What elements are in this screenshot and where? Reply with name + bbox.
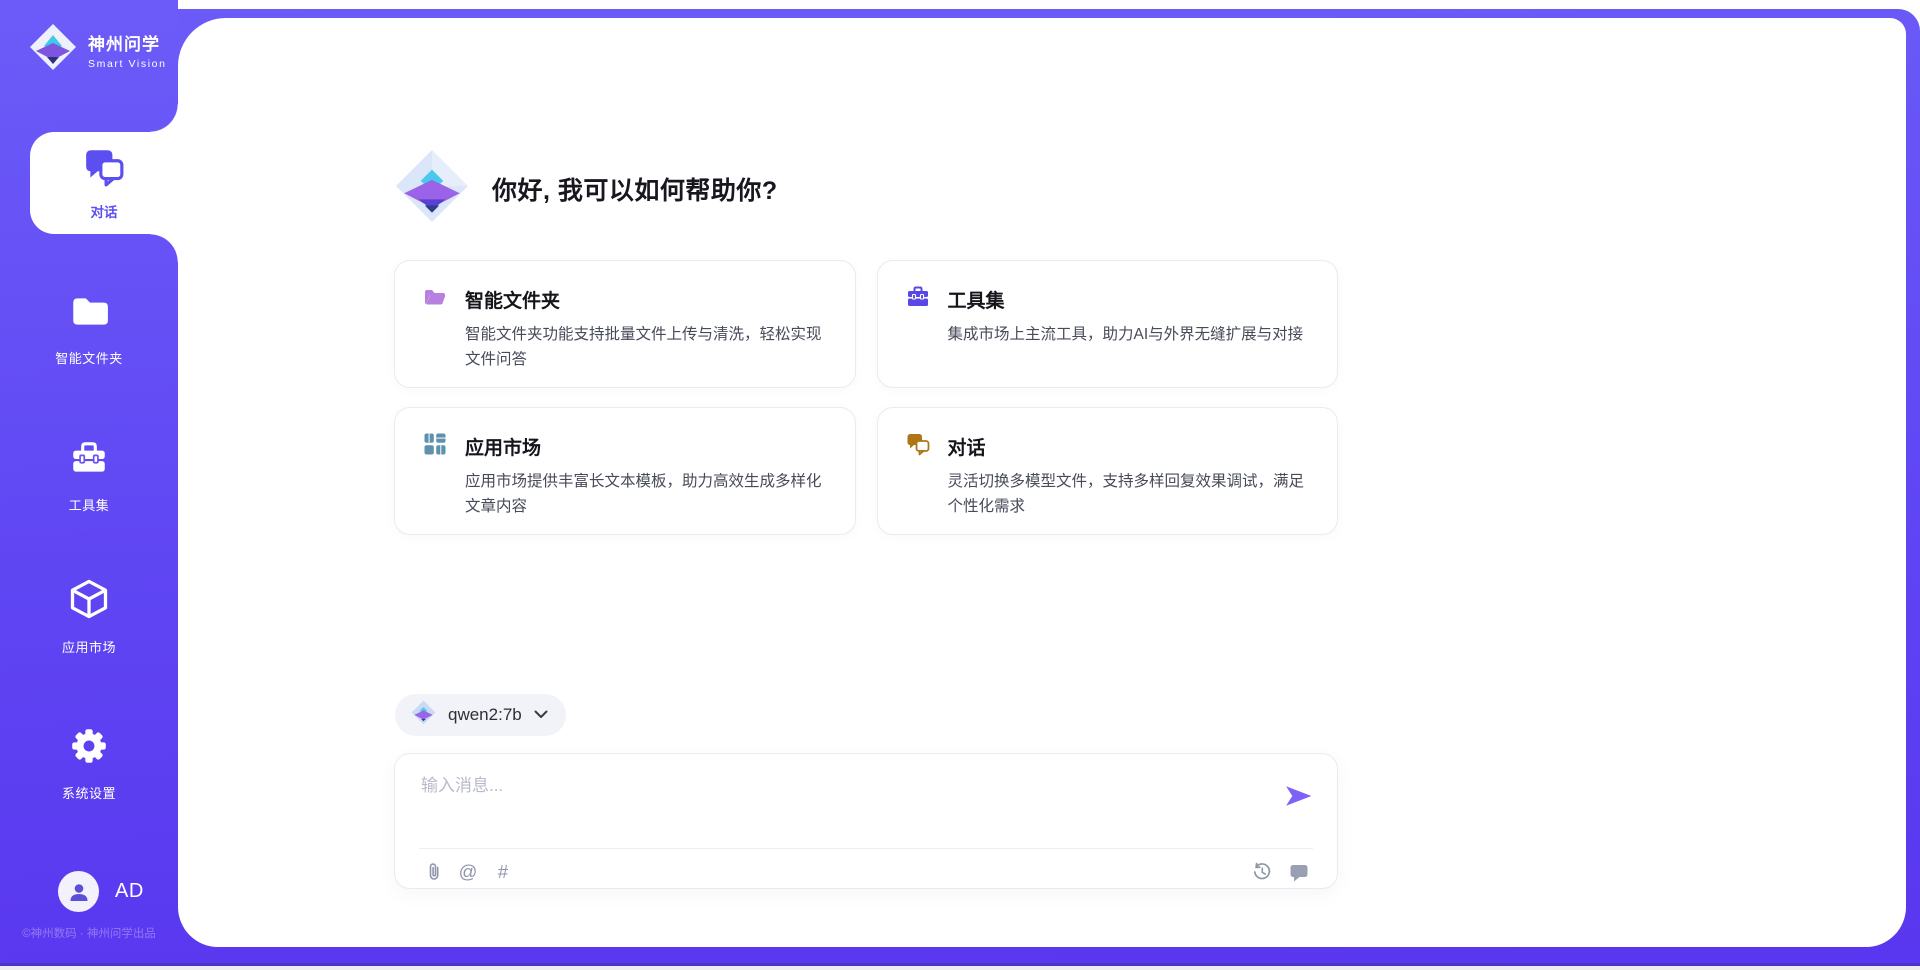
sidebar-item-app-market[interactable]: 应用市场 bbox=[0, 577, 178, 669]
hashtag-icon[interactable]: # bbox=[491, 860, 515, 884]
card-toolset[interactable]: 工具集 集成市场上主流工具，助力AI与外界无缝扩展与对接 bbox=[877, 260, 1339, 388]
briefcase-icon bbox=[906, 285, 930, 314]
model-name: qwen2:7b bbox=[448, 705, 522, 725]
greeting-title: 你好, 我可以如何帮助你? bbox=[492, 171, 778, 207]
assistant-diamond-icon bbox=[394, 148, 470, 229]
folder-icon bbox=[68, 290, 110, 337]
brand-subtitle: Smart Vision bbox=[88, 58, 167, 70]
brand-logo: 神州问学 Smart Vision bbox=[28, 22, 167, 77]
model-selector[interactable]: qwen2:7b bbox=[395, 694, 566, 736]
brand-diamond-icon bbox=[28, 22, 78, 77]
sidebar-item-chat[interactable]: 对话 bbox=[30, 132, 178, 234]
card-description: 应用市场提供丰富长文本模板，助力高效生成多样化文章内容 bbox=[423, 469, 827, 519]
card-app-market[interactable]: 应用市场 应用市场提供丰富长文本模板，助力高效生成多样化文章内容 bbox=[394, 407, 856, 535]
card-description: 智能文件夹功能支持批量文件上传与清洗，轻松实现文件问答 bbox=[423, 322, 827, 372]
app-window: 神州问学 Smart Vision 对话 智能 bbox=[0, 0, 1920, 970]
composer-toolbar: @ # bbox=[421, 857, 1311, 887]
sidebar-item-smart-folder[interactable]: 智能文件夹 bbox=[0, 290, 178, 382]
sidebar-item-label: 智能文件夹 bbox=[55, 348, 123, 367]
sidebar-item-label: 工具集 bbox=[69, 495, 110, 514]
sidebar-item-label: 应用市场 bbox=[62, 637, 116, 656]
message-input[interactable] bbox=[421, 771, 1251, 833]
card-description: 集成市场上主流工具，助力AI与外界无缝扩展与对接 bbox=[906, 322, 1310, 347]
composer-divider bbox=[419, 848, 1313, 849]
card-description: 灵活切换多模型文件，支持多样回复效果调试，满足个性化需求 bbox=[906, 469, 1310, 519]
attachment-icon[interactable] bbox=[421, 860, 445, 884]
model-diamond-icon bbox=[411, 700, 436, 730]
card-chat[interactable]: 对话 灵活切换多模型文件，支持多样回复效果调试，满足个性化需求 bbox=[877, 407, 1339, 535]
chat-bubbles-icon bbox=[906, 432, 930, 461]
sidebar-item-label: 对话 bbox=[91, 201, 118, 221]
toolbox-icon bbox=[68, 437, 110, 484]
history-icon[interactable] bbox=[1250, 860, 1274, 884]
user-name: AD bbox=[115, 880, 144, 903]
message-composer: @ # bbox=[394, 753, 1338, 889]
sidebar-item-toolset[interactable]: 工具集 bbox=[0, 437, 178, 529]
avatar bbox=[58, 871, 99, 912]
card-title: 智能文件夹 bbox=[465, 286, 560, 313]
gear-icon bbox=[68, 725, 110, 772]
composer-toolbar-right bbox=[1237, 860, 1311, 884]
feature-cards: 智能文件夹 智能文件夹功能支持批量文件上传与清洗，轻松实现文件问答 bbox=[394, 260, 1338, 535]
active-tab-flare-bottom bbox=[150, 234, 178, 262]
card-title: 工具集 bbox=[948, 286, 1005, 313]
folder-open-icon bbox=[423, 285, 447, 314]
sidebar: 神州问学 Smart Vision 对话 智能 bbox=[0, 0, 178, 970]
copyright-footer: ©神州数码 · 神州问学出品 bbox=[0, 925, 178, 941]
brand-text: 神州问学 Smart Vision bbox=[88, 30, 167, 70]
greeting: 你好, 我可以如何帮助你? bbox=[394, 148, 778, 229]
chevron-down-icon bbox=[534, 706, 548, 724]
mention-icon[interactable]: @ bbox=[456, 860, 480, 884]
card-title: 对话 bbox=[948, 433, 986, 460]
card-title: 应用市场 bbox=[465, 433, 541, 460]
window-bottom-edge bbox=[0, 966, 1920, 970]
user-account[interactable]: AD bbox=[58, 871, 144, 912]
chat-icon bbox=[83, 145, 125, 192]
brand-name: 神州问学 bbox=[88, 30, 167, 55]
active-tab-flare-top bbox=[150, 104, 178, 132]
send-icon[interactable] bbox=[1285, 784, 1313, 808]
grid-icon bbox=[423, 432, 447, 461]
cube-icon bbox=[67, 577, 111, 626]
card-smart-folder[interactable]: 智能文件夹 智能文件夹功能支持批量文件上传与清洗，轻松实现文件问答 bbox=[394, 260, 856, 388]
sidebar-item-label: 系统设置 bbox=[62, 783, 116, 802]
sidebar-item-settings[interactable]: 系统设置 bbox=[0, 725, 178, 817]
feedback-chat-icon[interactable] bbox=[1287, 860, 1311, 884]
